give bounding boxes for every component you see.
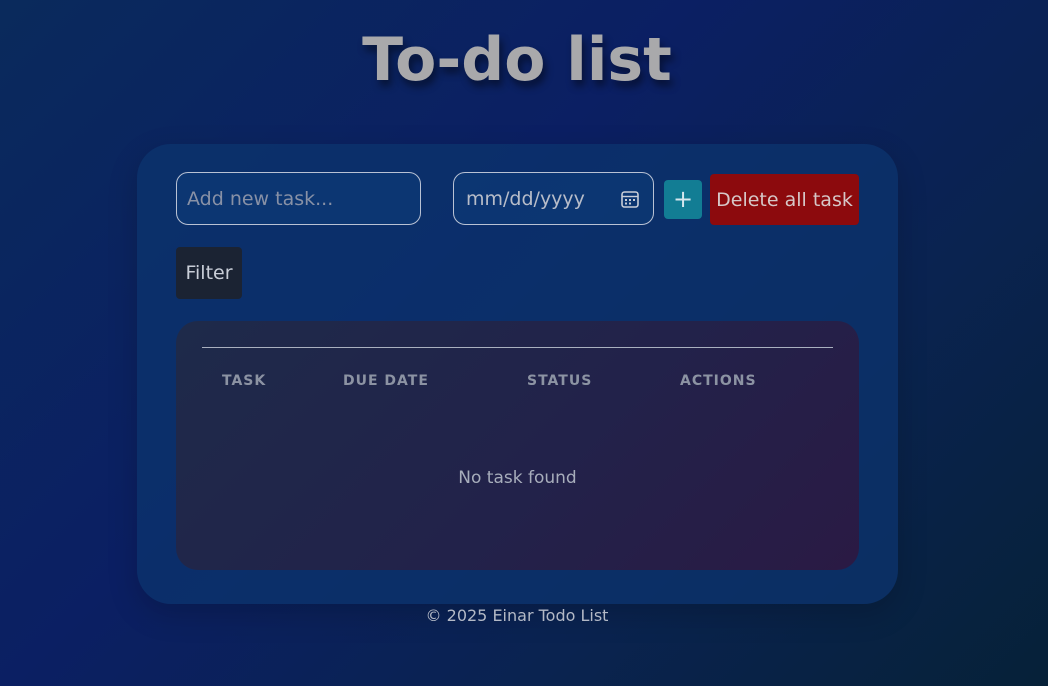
column-header-due-date: DUE DATE	[343, 373, 429, 389]
task-input[interactable]	[176, 172, 421, 225]
table-divider	[202, 347, 833, 348]
due-date-placeholder: mm/dd/yyyy	[466, 187, 585, 210]
column-header-status: STATUS	[527, 373, 593, 389]
calendar-icon[interactable]	[619, 188, 641, 210]
task-table: TASK DUE DATE STATUS ACTIONS No task fou…	[176, 321, 859, 570]
delete-all-tasks-button[interactable]: Delete all task	[710, 174, 859, 225]
column-header-task: TASK	[222, 373, 267, 389]
column-header-actions: ACTIONS	[680, 373, 757, 389]
page-title: To-do list	[362, 25, 672, 95]
due-date-field[interactable]: mm/dd/yyyy	[453, 172, 654, 225]
filter-button[interactable]: Filter	[176, 247, 242, 299]
todo-card: mm/dd/yyyy + Delete all task Filter TASK…	[137, 144, 898, 604]
footer-copyright: © 2025 Einar Todo List	[425, 606, 609, 625]
empty-state-message: No task found	[458, 468, 577, 488]
add-task-button[interactable]: +	[664, 180, 702, 219]
